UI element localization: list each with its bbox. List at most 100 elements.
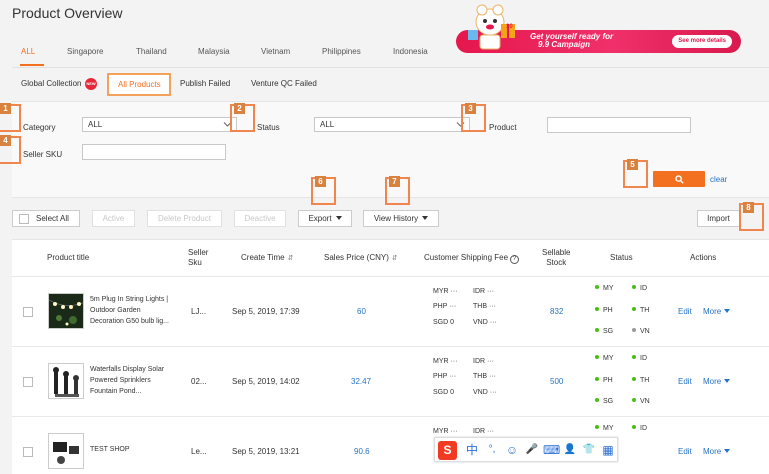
status-dot-icon [632, 355, 636, 359]
row-checkbox[interactable] [23, 377, 33, 387]
status-dot-icon [632, 307, 636, 311]
subtab-all-products[interactable]: All Products [107, 73, 171, 96]
keyboard-icon[interactable]: ⌨ [543, 442, 560, 458]
row-checkbox[interactable] [23, 447, 33, 457]
header-shipping-fee: Customer Shipping Fee? [424, 253, 520, 264]
page-title: Product Overview [12, 5, 123, 21]
help-icon[interactable]: ? [510, 255, 520, 264]
edit-link[interactable]: Edit [678, 307, 692, 316]
product-name[interactable]: 5m Plug In String Lights | Outdoor Garde… [90, 294, 176, 327]
toolbox-icon[interactable]: ▦ [600, 442, 616, 458]
microphone-icon[interactable]: 🎤 [524, 442, 540, 458]
export-button[interactable]: Export [298, 210, 352, 227]
active-tab-indicator [20, 64, 44, 66]
seller-sku-value: Le... [191, 447, 207, 456]
tab-thailand[interactable]: Thailand [136, 47, 167, 56]
edit-link[interactable]: Edit [678, 377, 692, 386]
sellable-stock-value[interactable]: 832 [550, 307, 563, 316]
product-thumbnail[interactable] [48, 363, 84, 399]
subtab-publish-failed[interactable]: Publish Failed [180, 79, 230, 88]
status-dot-icon [632, 377, 636, 381]
status-dot-icon [632, 425, 636, 429]
import-button[interactable]: Import [697, 210, 740, 227]
campaign-banner[interactable]: 10 Get yourself ready for 9.9 Campaign S… [456, 4, 741, 53]
clear-link[interactable]: clear [710, 175, 727, 184]
sales-price-value[interactable]: 60 [357, 307, 366, 316]
marker-3: 3 [461, 103, 486, 132]
product-input[interactable] [547, 117, 691, 133]
status-dot-icon [632, 328, 636, 332]
more-dropdown[interactable]: More [703, 447, 731, 456]
status-dot-icon [595, 355, 599, 359]
emoji-icon[interactable]: ☺ [504, 442, 520, 458]
sellable-stock-value[interactable]: 500 [550, 377, 563, 386]
banner-more-button[interactable]: See more details [672, 35, 732, 48]
status-dot-icon [595, 377, 599, 381]
more-dropdown[interactable]: More [703, 377, 731, 386]
header-product-title: Product title [47, 253, 90, 262]
sort-icon[interactable]: ⇵ [392, 254, 398, 264]
mascot-badge: 10 [506, 24, 513, 30]
table-row: Waterfalls Display Solar Powered Sprinkl… [12, 346, 769, 416]
product-thumbnail[interactable] [48, 433, 84, 469]
header-sales-price[interactable]: Sales Price (CNY) ⇵ [324, 253, 398, 264]
delete-product-button[interactable]: Delete Product [147, 210, 222, 227]
edit-link[interactable]: Edit [678, 447, 692, 456]
tab-vietnam[interactable]: Vietnam [261, 47, 290, 56]
header-create-time[interactable]: Create Time ⇵ [241, 253, 293, 264]
status-dot-icon [595, 425, 599, 429]
product-table: Product title Seller Sku Create Time ⇵ Sal… [12, 239, 769, 474]
caret-down-icon [422, 216, 429, 220]
sogou-logo-icon[interactable]: S [438, 441, 457, 460]
tab-all[interactable]: ALL [21, 47, 35, 56]
status-select[interactable]: ALL [314, 117, 470, 132]
user-icon[interactable]: 👤 [562, 442, 578, 458]
caret-down-icon [724, 309, 731, 313]
row-checkbox[interactable] [23, 307, 33, 317]
search-button[interactable] [653, 171, 705, 187]
select-all-button[interactable]: Select All [12, 210, 80, 227]
seller-sku-value: 02... [191, 377, 207, 386]
status-dot-icon [632, 285, 636, 289]
punctuation-icon[interactable]: °, [484, 442, 500, 458]
header-seller-sku: Seller Sku [188, 248, 209, 267]
sales-price-value[interactable]: 90.6 [354, 447, 370, 456]
view-history-button[interactable]: View History [363, 210, 439, 227]
chinese-mode-icon[interactable]: 中 [464, 442, 480, 458]
table-row: TEST SHOP Le... Sep 5, 2019, 13:21 90.6 … [12, 416, 769, 474]
test-shop-image [49, 434, 83, 468]
subtab-venture-qc-failed[interactable]: Venture QC Failed [251, 79, 317, 88]
header-sellable-stock: Sellable Stock [542, 248, 571, 267]
create-time-value: Sep 5, 2019, 13:21 [232, 447, 300, 456]
banner-text: Get yourself ready for 9.9 Campaign [530, 32, 614, 49]
product-name[interactable]: Waterfalls Display Solar Powered Sprinkl… [90, 364, 176, 397]
tab-singapore[interactable]: Singapore [67, 47, 103, 56]
status-dot-icon [632, 398, 636, 402]
header-actions: Actions [690, 253, 717, 262]
tab-philippines[interactable]: Philippines [322, 47, 361, 56]
seller-sku-input[interactable] [82, 144, 226, 160]
product-label: Product [489, 123, 517, 132]
more-dropdown[interactable]: More [703, 307, 731, 316]
mascot-icon [468, 4, 515, 50]
sort-icon[interactable]: ⇵ [288, 254, 294, 264]
status-dot-icon [595, 285, 599, 289]
caret-down-icon [724, 379, 731, 383]
sales-price-value[interactable]: 32.47 [351, 377, 371, 386]
header-status: Status [610, 253, 633, 262]
active-button[interactable]: Active [92, 210, 135, 227]
product-name[interactable]: TEST SHOP [90, 444, 176, 455]
subtab-global-collection[interactable]: Global Collection [21, 79, 81, 88]
marker-6: 6 [311, 176, 336, 205]
skin-icon[interactable]: 👕 [581, 442, 597, 458]
product-thumbnail[interactable] [48, 293, 84, 329]
string-lights-image [49, 294, 83, 328]
tab-malaysia[interactable]: Malaysia [198, 47, 230, 56]
create-time-value: Sep 5, 2019, 17:39 [232, 307, 300, 316]
deactive-button[interactable]: Deactive [234, 210, 286, 227]
tab-indonesia[interactable]: Indonesia [393, 47, 428, 56]
category-select[interactable]: ALL [82, 117, 237, 132]
select-all-checkbox[interactable] [19, 214, 29, 224]
tabs-divider [12, 67, 769, 68]
status-dot-icon [595, 398, 599, 402]
